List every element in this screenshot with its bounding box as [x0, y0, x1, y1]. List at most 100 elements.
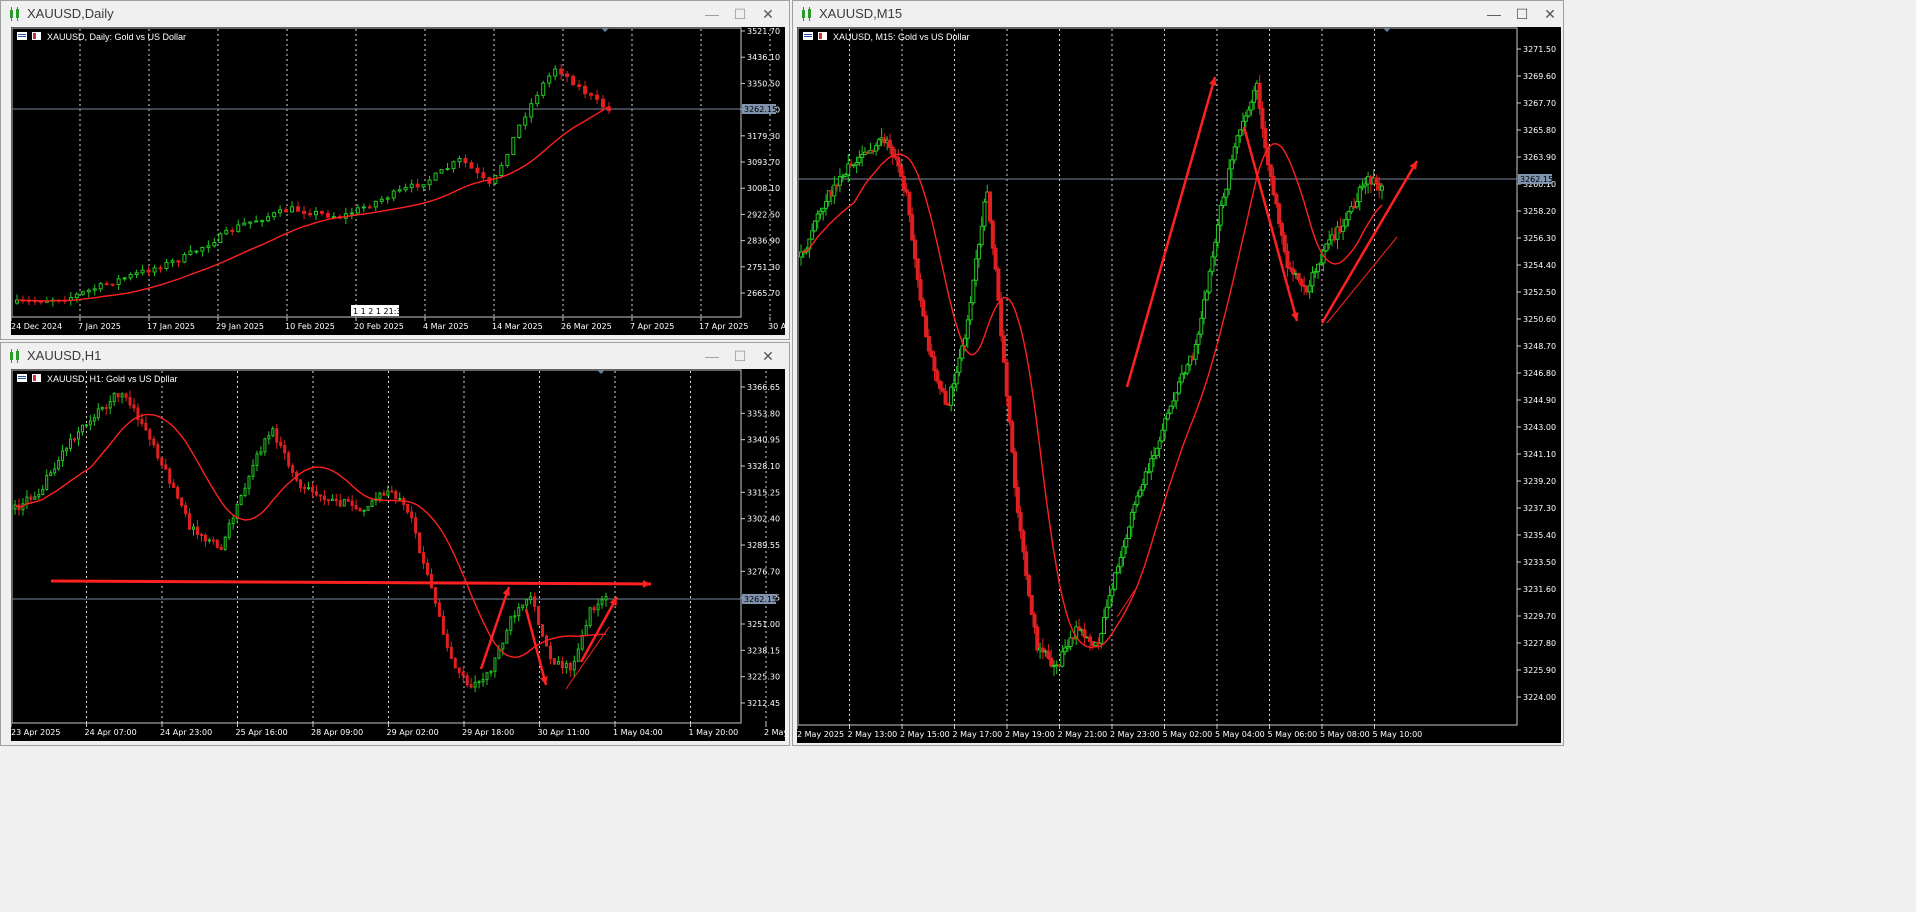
candle	[206, 240, 211, 253]
candle	[568, 661, 572, 677]
candle	[242, 217, 247, 226]
x-tick-label: 2 May 23:00	[1110, 730, 1160, 739]
candle	[44, 296, 49, 303]
x-tick-label: 24 Apr 07:00	[85, 728, 137, 737]
close-button[interactable]: ✕	[1539, 4, 1561, 24]
candle	[88, 415, 92, 431]
candle	[589, 92, 594, 100]
chart-daily[interactable]: XAUUSD, Daily: Gold vs US Dollar 3521.70 3…	[11, 27, 785, 335]
candle	[318, 494, 322, 502]
x-tick-label: 5 May 04:00	[1215, 730, 1265, 739]
candle	[481, 672, 485, 687]
candle	[313, 207, 318, 221]
x-tick-label: 20 Feb 2025	[354, 322, 404, 331]
y-tick-label: 3315.25	[747, 488, 780, 497]
chart-m15[interactable]: XAUUSD, M15: Gold vs US Dollar 3271.50 326…	[797, 27, 1561, 743]
candle	[182, 252, 187, 264]
candle	[1026, 573, 1031, 598]
window-daily[interactable]: XAUUSD,Daily — ☐ ✕ XAUUSD, Daily: Gold v…	[0, 0, 790, 340]
close-button[interactable]: ✕	[757, 4, 779, 24]
window-h1[interactable]: XAUUSD,H1 — ☐ ✕ XAUUSD, H1: Gold vs US D…	[0, 342, 790, 746]
plot-frame	[797, 27, 1518, 726]
candle	[68, 292, 73, 306]
x-tick-label: 14 Mar 2025	[492, 322, 543, 331]
candle	[1029, 594, 1034, 616]
candle	[525, 598, 529, 611]
shift-marker	[597, 370, 605, 374]
candle	[188, 245, 193, 256]
y-tick-label: 3256.30	[1523, 234, 1556, 243]
y-tick-label: 3436.10	[747, 53, 780, 62]
candle	[25, 490, 29, 510]
candle	[846, 154, 851, 183]
maximize-button[interactable]: ☐	[729, 4, 751, 24]
titlebar-daily[interactable]: XAUUSD,Daily — ☐ ✕	[1, 1, 789, 27]
window-m15[interactable]: XAUUSD,M15 — ☐ ✕ XAUUSD, M15: Gold vs US…	[792, 0, 1564, 746]
candle	[937, 379, 942, 395]
candle	[104, 403, 108, 415]
titlebar-m15[interactable]: XAUUSD,M15 — ☐ ✕	[793, 1, 1563, 27]
candle	[50, 297, 55, 307]
candle	[136, 403, 140, 427]
y-tick-label: 3267.70	[1523, 99, 1556, 108]
candle	[354, 499, 358, 511]
candle	[98, 282, 103, 293]
candle	[370, 498, 374, 508]
candle	[275, 423, 279, 449]
minimize-button[interactable]: —	[701, 346, 723, 366]
candle	[302, 206, 307, 220]
titlebar-h1[interactable]: XAUUSD,H1 — ☐ ✕	[1, 343, 789, 369]
y-tick-label: 3093.70	[747, 158, 780, 167]
maximize-button[interactable]: ☐	[729, 346, 751, 366]
candle	[1380, 183, 1384, 200]
x-tick-label: 2 May 13:00	[848, 730, 898, 739]
candle	[96, 403, 100, 421]
x-tick-label: 1 May 20:00	[689, 728, 739, 737]
maximize-button[interactable]: ☐	[1511, 4, 1533, 24]
candle	[583, 80, 588, 99]
y-tick-label: 3008.10	[747, 184, 780, 193]
candle	[1207, 268, 1212, 295]
x-tick-label: 2 May 13:00	[764, 728, 785, 737]
candle	[521, 604, 525, 611]
candle	[41, 484, 45, 496]
trend-arrow	[50, 579, 652, 586]
shift-marker	[1383, 28, 1391, 32]
y-tick-label: 3366.65	[747, 383, 780, 392]
candle	[108, 395, 112, 415]
candle	[342, 499, 346, 507]
candle	[505, 628, 509, 644]
candle	[548, 641, 552, 665]
candle	[509, 615, 513, 636]
candle	[349, 207, 354, 220]
candle	[74, 292, 79, 303]
plot-frame	[11, 27, 742, 318]
candle	[577, 79, 582, 91]
candle	[350, 495, 354, 512]
candle	[394, 489, 398, 505]
candle	[254, 215, 259, 223]
minimize-button[interactable]: —	[701, 4, 723, 24]
candle	[465, 672, 469, 688]
candle	[832, 176, 837, 204]
y-tick-label: 3252.50	[1523, 288, 1556, 297]
candle	[84, 423, 88, 428]
candle	[330, 494, 334, 502]
candle	[194, 250, 199, 254]
candle	[993, 244, 998, 272]
candle	[453, 657, 457, 669]
y-tick-label: 3289.55	[747, 541, 780, 550]
candle	[80, 424, 84, 436]
minimize-button[interactable]: —	[1483, 4, 1505, 24]
candle	[541, 80, 546, 99]
candle	[322, 490, 326, 506]
candle	[564, 660, 568, 674]
chart-h1[interactable]: XAUUSD, H1: Gold vs US Dollar 3366.65 3353…	[11, 369, 785, 741]
candle	[65, 446, 69, 457]
candle	[296, 201, 301, 212]
candle	[1076, 618, 1081, 631]
candle	[170, 258, 175, 268]
close-button[interactable]: ✕	[757, 346, 779, 366]
candle	[1335, 221, 1340, 249]
candle	[361, 203, 366, 213]
